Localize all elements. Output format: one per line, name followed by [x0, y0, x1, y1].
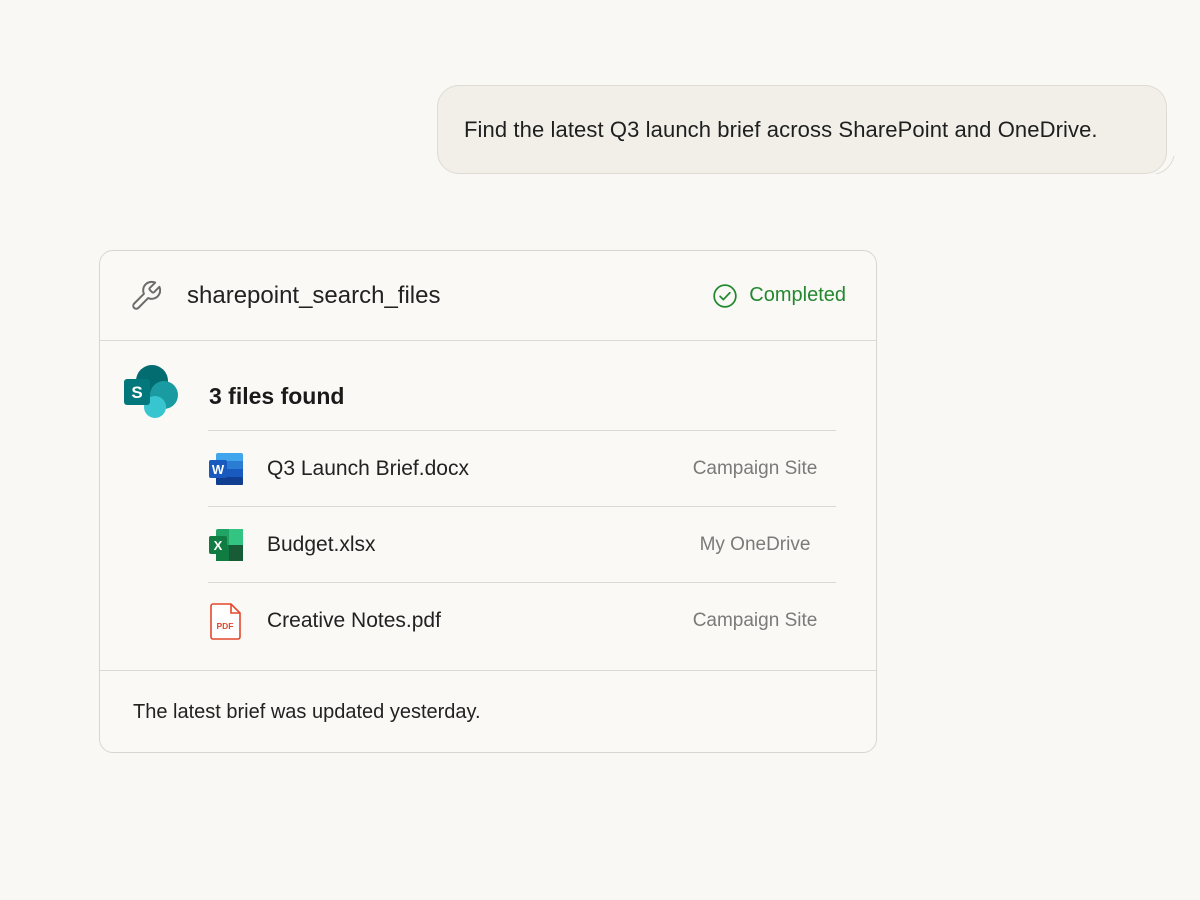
file-location: Campaign Site [692, 609, 818, 631]
file-name: Q3 Launch Brief.docx [267, 456, 469, 480]
file-row[interactable]: X Budget.xlsx My OneDrive [208, 506, 836, 582]
excel-file-icon: X [208, 527, 244, 563]
check-circle-icon [713, 283, 737, 308]
bubble-tail [1155, 156, 1177, 174]
chat-page: Find the latest Q3 launch brief across S… [0, 0, 1200, 900]
sharepoint-logo-icon: S [122, 363, 182, 419]
file-name: Creative Notes.pdf [267, 608, 441, 632]
status-badge: Completed [712, 283, 846, 309]
wrench-icon [128, 278, 164, 314]
tool-card-header[interactable]: sharepoint_search_files Completed [100, 251, 876, 341]
user-message-bubble: Find the latest Q3 launch brief across S… [437, 85, 1175, 174]
tool-card-body: S 3 files found W Q3 Launch Brief.docx C… [100, 341, 876, 671]
word-file-icon: W [208, 451, 244, 487]
svg-text:S: S [131, 383, 142, 402]
file-row[interactable]: PDF Creative Notes.pdf Campaign Site [208, 582, 836, 658]
file-location: Campaign Site [692, 457, 818, 479]
files-found-heading: 3 files found [209, 383, 345, 409]
tool-card-footer: The latest brief was updated yesterday. [100, 671, 876, 752]
file-list: W Q3 Launch Brief.docx Campaign Site X B… [208, 430, 836, 658]
file-row[interactable]: W Q3 Launch Brief.docx Campaign Site [208, 430, 836, 506]
footer-summary-text: The latest brief was updated yesterday. [133, 700, 481, 723]
file-name: Budget.xlsx [267, 532, 376, 556]
svg-text:W: W [212, 462, 225, 477]
tool-call-card[interactable]: sharepoint_search_files Completed S 3 fi… [99, 250, 877, 753]
file-location: My OneDrive [699, 533, 811, 555]
pdf-file-icon: PDF [208, 602, 244, 640]
user-message-text: Find the latest Q3 launch brief across S… [464, 116, 1098, 142]
status-text: Completed [749, 284, 846, 306]
svg-text:PDF: PDF [217, 621, 234, 631]
svg-text:X: X [214, 538, 223, 553]
tool-name: sharepoint_search_files [187, 281, 441, 309]
